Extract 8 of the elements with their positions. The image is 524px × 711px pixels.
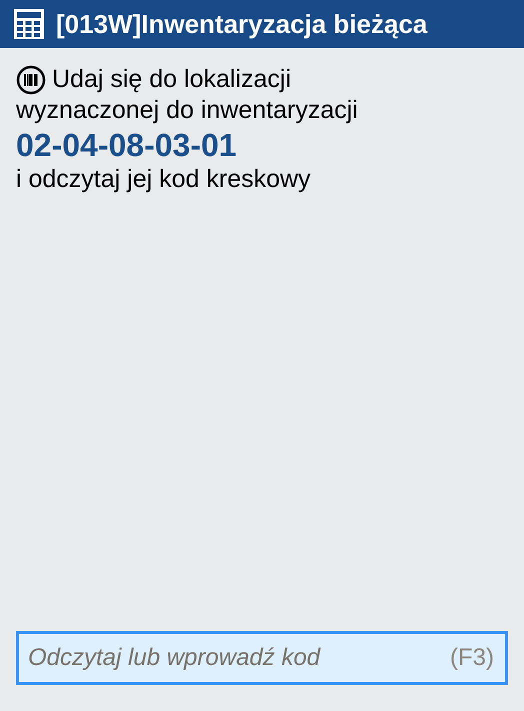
calculator-icon (14, 9, 44, 39)
barcode-icon (16, 64, 46, 94)
instruction-text: Udaj się do lokalizacji (52, 64, 292, 95)
instruction-text: wyznaczonej do inwentaryzacji (16, 95, 359, 126)
window-title: [013W]Inwentaryzacja bieżąca (56, 11, 428, 37)
instruction-text: i odczytaj jej kod kreskowy (16, 164, 312, 195)
shortcut-hint: (F3) (450, 643, 494, 673)
location-code: 02-04-08-03-01 (16, 126, 238, 164)
